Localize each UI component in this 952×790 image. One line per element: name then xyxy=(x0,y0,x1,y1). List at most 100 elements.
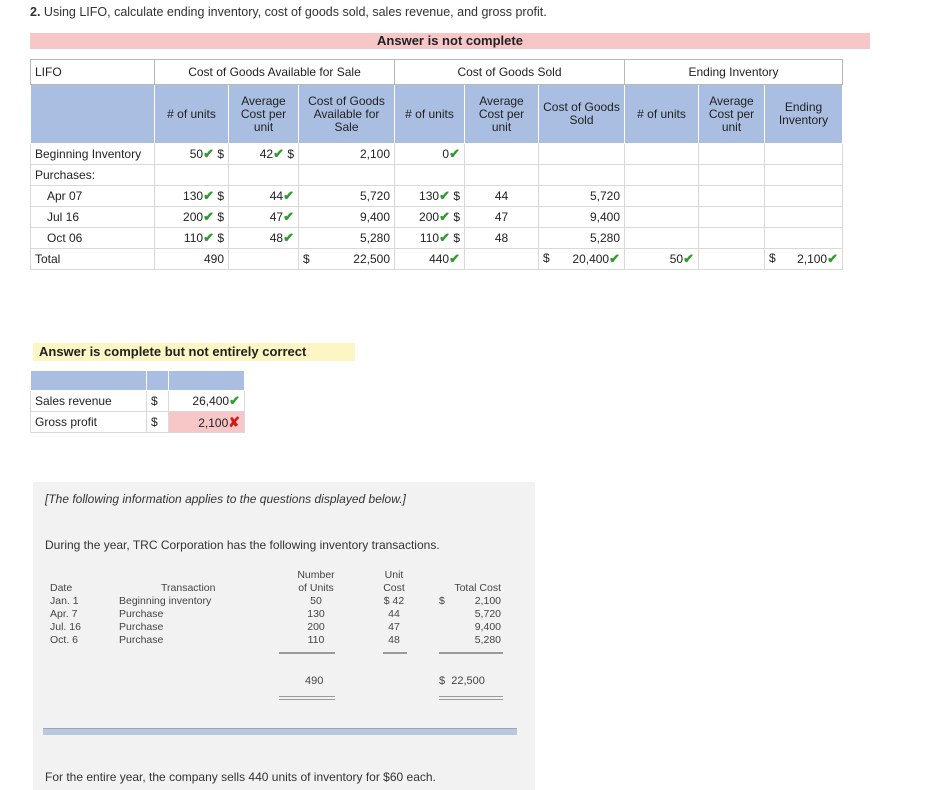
cost-cell: 5,280 xyxy=(298,227,395,249)
units-input[interactable]: 200✔ $ xyxy=(154,206,229,228)
row-label: Jul 16 xyxy=(30,206,155,228)
info-during-text: During the year, TRC Corporation has the… xyxy=(45,538,440,552)
end-units-input[interactable]: 50✔ xyxy=(624,248,699,270)
header-ending-inventory: Ending Inventory xyxy=(764,84,843,144)
gross-profit-label: Gross profit xyxy=(30,411,147,433)
check-icon: ✔ xyxy=(203,230,214,245)
check-icon: ✔ xyxy=(439,230,450,245)
row-label: Purchases: xyxy=(30,164,155,186)
cogs-cost-cell: 9,400 xyxy=(538,206,625,228)
total-cogs-input[interactable]: $20,400✔ xyxy=(538,248,625,270)
cogs-avg-cell: 44 xyxy=(464,185,539,207)
lifo-corner-label: LIFO xyxy=(30,59,155,85)
check-icon: ✔ xyxy=(283,188,294,203)
info-note: [The following information applies to th… xyxy=(45,492,406,506)
double-underline xyxy=(439,696,503,697)
cogs-avg-cell: 47 xyxy=(464,206,539,228)
units-input[interactable]: 130✔ $ xyxy=(154,185,229,207)
check-icon: ✔ xyxy=(283,230,294,245)
check-icon: ✔ xyxy=(439,188,450,203)
scroll-bar[interactable] xyxy=(43,728,517,735)
cost-cell: 2,100 xyxy=(298,143,395,165)
header-avg-cost: Average Cost per unit xyxy=(228,84,299,144)
divider xyxy=(439,652,503,654)
lifo-table: LIFO Cost of Goods Available for Sale Co… xyxy=(30,59,843,270)
col-units: Number of Units 50 130 200 110 xyxy=(297,569,335,646)
question-text: 2. Using LIFO, calculate ending inventor… xyxy=(30,5,547,19)
table-row: Oct 06 110✔ $ 48✔ 5,280 110✔ $ 48 5,280 xyxy=(30,227,843,249)
cogs-cost-cell: 5,720 xyxy=(538,185,625,207)
sales-revenue-input[interactable]: 26,400✔ xyxy=(168,390,245,412)
header-units: # of units xyxy=(154,84,229,144)
table-row: Sales revenue $ 26,400✔ xyxy=(30,390,245,412)
info-panel: [The following information applies to th… xyxy=(33,482,535,790)
total-cogs-units-input[interactable]: 440✔ xyxy=(394,248,465,270)
avg-cost-input[interactable]: 48✔ xyxy=(228,227,299,249)
table-row: Apr 07 130✔ $ 44✔ 5,720 130✔ $ 44 5,720 xyxy=(30,185,843,207)
cogs-units-input[interactable]: 110✔ $ xyxy=(394,227,465,249)
dollar-sign: $ xyxy=(146,390,169,412)
total-units: 490 xyxy=(305,675,324,687)
header-end-units: # of units xyxy=(624,84,699,144)
avg-cost-input[interactable]: 44✔ xyxy=(228,185,299,207)
check-icon: ✔ xyxy=(683,251,694,266)
check-icon: ✔ xyxy=(827,251,838,266)
check-icon: ✔ xyxy=(203,146,214,161)
col-date: Date Jan. 1 Apr. 7 Jul. 16 Oct. 6 xyxy=(50,582,81,646)
header-blank xyxy=(30,84,155,144)
total-cost: $ 22,500 xyxy=(439,675,485,687)
cost-cell: 5,720 xyxy=(298,185,395,207)
header-cost-available: Cost of Goods Available for Sale xyxy=(298,84,395,144)
cogs-units-input[interactable]: 200✔ $ xyxy=(394,206,465,228)
sales-table: Sales revenue $ 26,400✔ Gross profit $ 2… xyxy=(30,370,245,433)
table-row: Gross profit $ 2,100✘ xyxy=(30,411,245,433)
check-icon: ✔ xyxy=(449,251,460,266)
avg-cost-input[interactable]: 42✔ $ xyxy=(228,143,299,165)
units-input[interactable]: 110✔ $ xyxy=(154,227,229,249)
divider xyxy=(383,652,407,654)
units-input[interactable]: 50✔ $ xyxy=(154,143,229,165)
check-icon: ✔ xyxy=(449,146,460,161)
cogs-units-input[interactable]: 130✔ $ xyxy=(394,185,465,207)
answer-partially-correct-banner: Answer is complete but not entirely corr… xyxy=(33,343,355,361)
row-label: Beginning Inventory xyxy=(30,143,155,165)
avg-cost-input[interactable]: 47✔ xyxy=(228,206,299,228)
check-icon: ✔ xyxy=(203,209,214,224)
row-label: Total xyxy=(30,248,155,270)
col-total-cost: Total Cost $2,100 5,720 9,400 5,280 xyxy=(439,582,501,646)
check-icon: ✔ xyxy=(609,251,620,266)
x-icon: ✘ xyxy=(228,413,240,430)
row-label: Oct 06 xyxy=(30,227,155,249)
gross-profit-input[interactable]: 2,100✘ xyxy=(168,411,245,433)
check-icon: ✔ xyxy=(273,146,284,161)
table-row: Beginning Inventory 50✔ $ 42✔ $ 2,100 0✔ xyxy=(30,143,843,165)
table-row: Purchases: xyxy=(30,164,843,186)
group-header-cogs: Cost of Goods Sold xyxy=(394,59,625,85)
check-icon: ✔ xyxy=(203,188,214,203)
cogs-avg-cell: 48 xyxy=(464,227,539,249)
ending-inventory-input[interactable]: $2,100✔ xyxy=(764,248,843,270)
check-icon: ✔ xyxy=(283,209,294,224)
row-label: Apr 07 xyxy=(30,185,155,207)
check-icon: ✔ xyxy=(229,393,240,408)
cogs-cost-cell: 5,280 xyxy=(538,227,625,249)
cost-cell: 9,400 xyxy=(298,206,395,228)
dollar-sign: $ xyxy=(146,411,169,433)
table-row: Jul 16 200✔ $ 47✔ 9,400 200✔ $ 47 9,400 xyxy=(30,206,843,228)
answer-not-complete-banner: Answer is not complete xyxy=(30,33,870,49)
total-units-cell: 490 xyxy=(154,248,229,270)
total-cost-cell: $22,500 xyxy=(298,248,395,270)
group-header-ending: Ending Inventory xyxy=(624,59,843,85)
header-cogs: Cost of Goods Sold xyxy=(538,84,625,144)
check-icon: ✔ xyxy=(439,209,450,224)
info-final-text: For the entire year, the company sells 4… xyxy=(45,770,436,784)
double-underline xyxy=(279,696,335,697)
col-transaction: Transaction Beginning inventory Purchase… xyxy=(119,582,216,646)
divider xyxy=(279,652,335,654)
header-cogs-avg: Average Cost per unit xyxy=(464,84,539,144)
table-row-total: Total 490 $22,500 440✔ $20,400✔ 50✔ $2,1… xyxy=(30,248,843,270)
header-cogs-units: # of units xyxy=(394,84,465,144)
sales-revenue-label: Sales revenue xyxy=(30,390,147,412)
cogs-units-input[interactable]: 0✔ xyxy=(394,143,465,165)
group-header-available: Cost of Goods Available for Sale xyxy=(154,59,395,85)
